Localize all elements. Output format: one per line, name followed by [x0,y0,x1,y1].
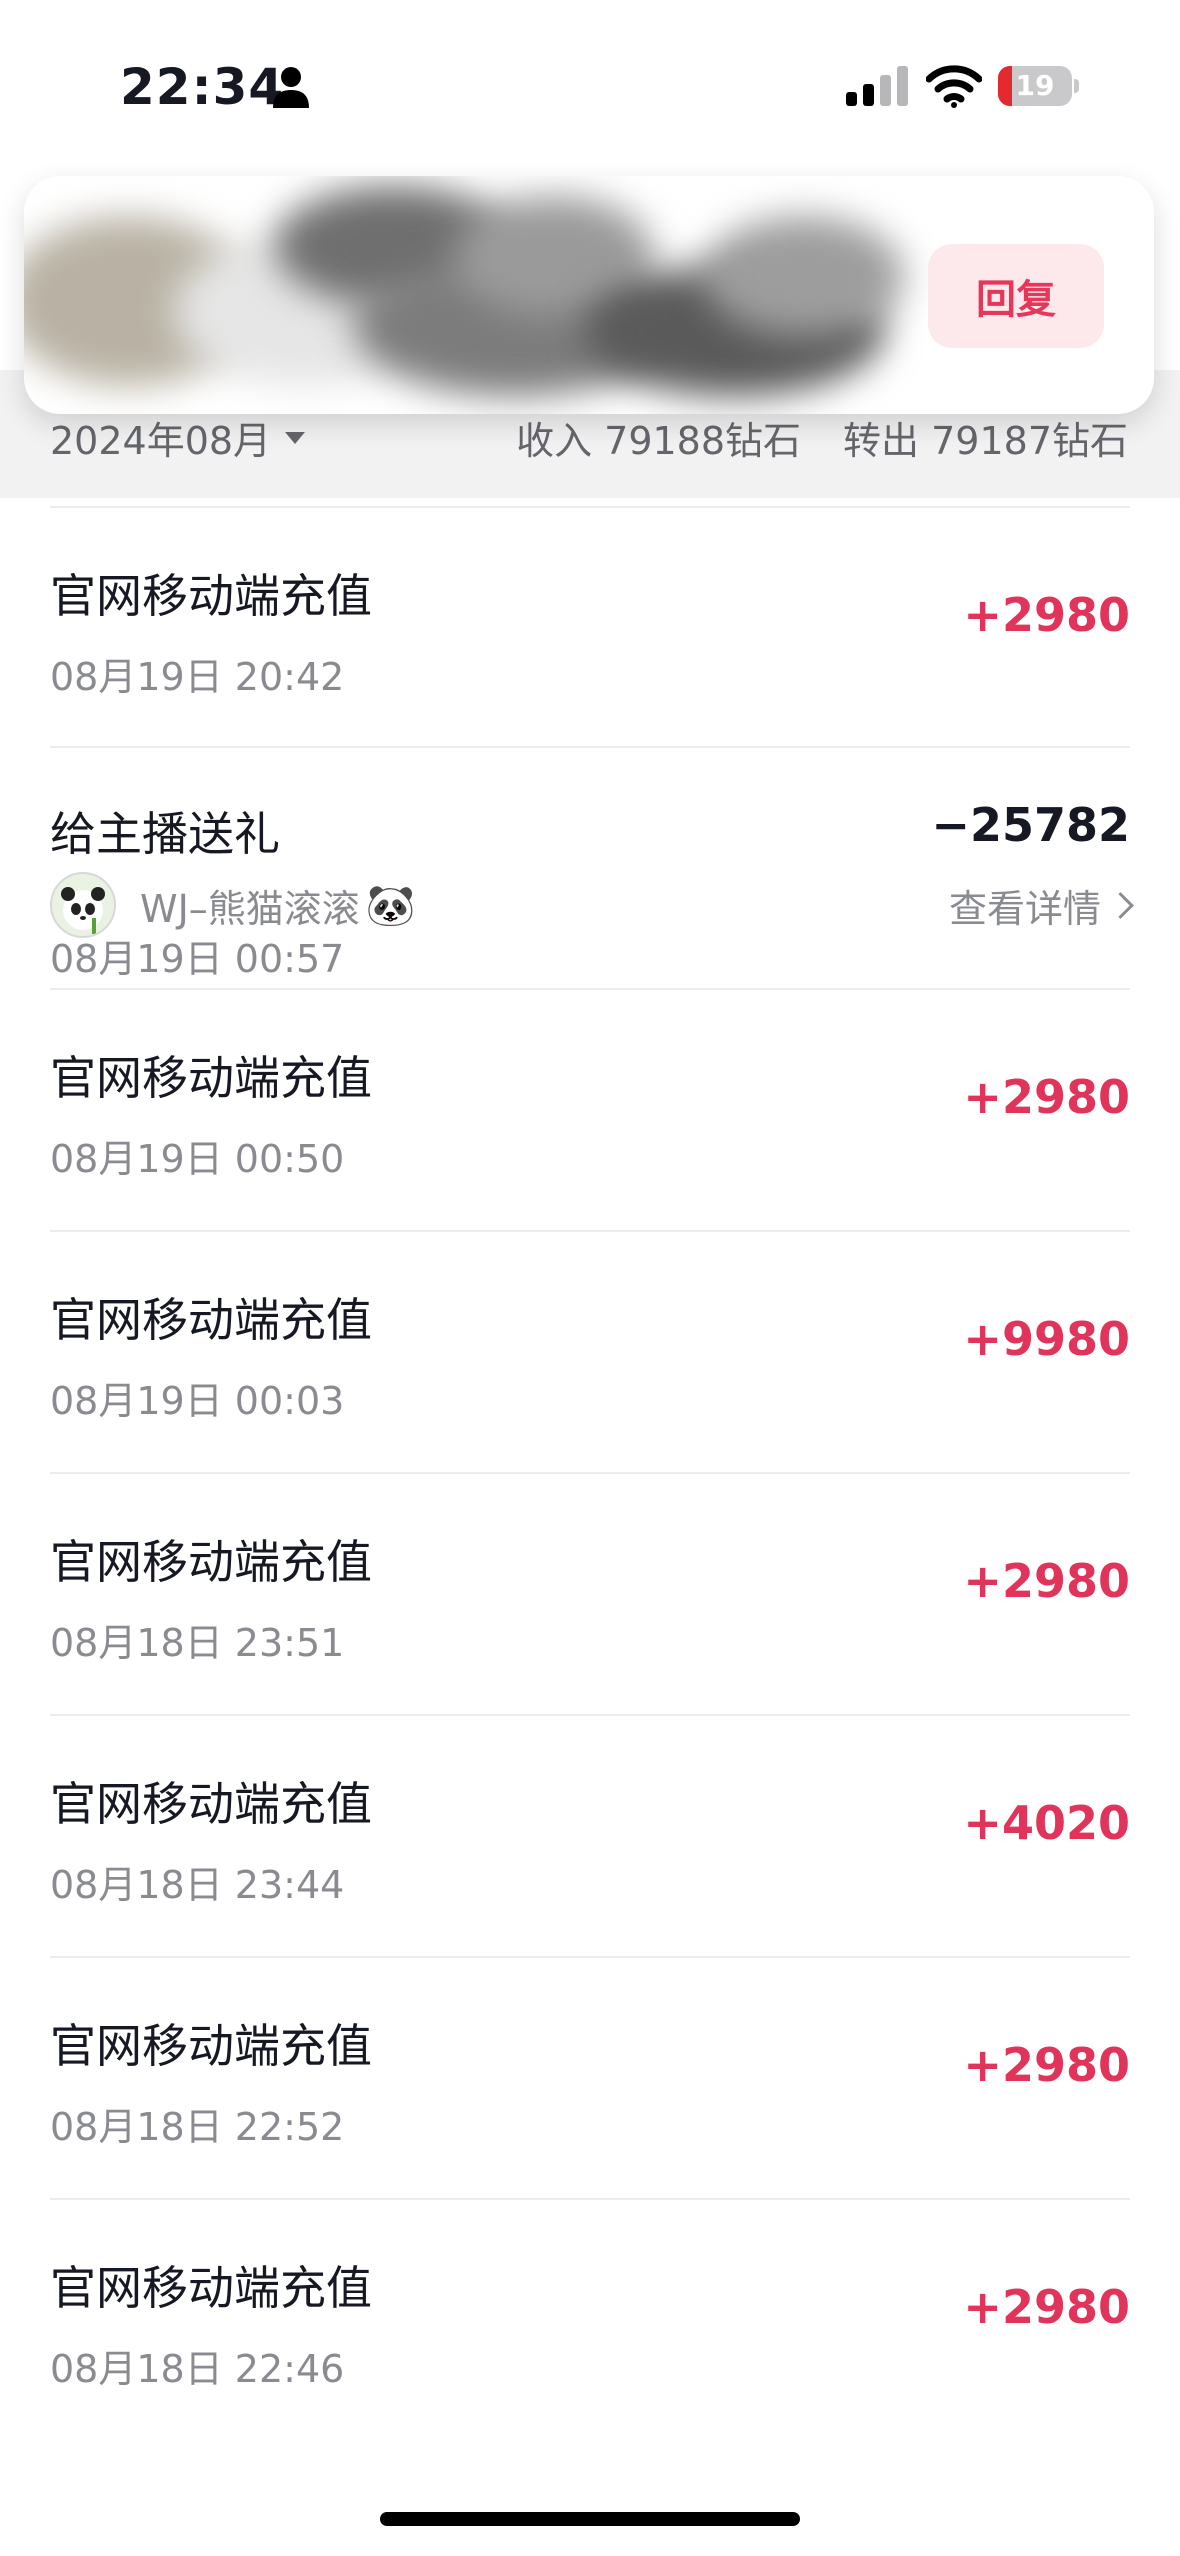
battery-level: 19 [1015,69,1055,102]
transaction-list: 官网移动端充值 08月19日 20:42 +2980 给主播送礼 −25782 … [50,506,1134,2440]
transaction-row[interactable]: 官网移动端充值 08月19日 00:03 +9980 [50,1230,1130,1472]
view-details-link[interactable]: 查看详情 [948,878,1134,933]
transaction-date: 08月19日 00:03 [50,1379,345,1423]
home-indicator[interactable] [380,2512,800,2526]
transaction-date: 08月18日 23:51 [50,1621,345,1665]
transaction-title: 官网移动端充值 [50,569,372,623]
transaction-amount: +9980 [963,1312,1130,1366]
transaction-date: 08月18日 23:44 [50,1863,345,1907]
summary-totals: 收入 79188钻石 转出 79187钻石 [516,410,1128,465]
transaction-row[interactable]: 官网移动端充值 08月18日 22:52 +2980 [50,1956,1130,2198]
transaction-title: 给主播送礼 [50,807,280,861]
income-total: 收入 79188钻石 [516,419,802,463]
transaction-title: 官网移动端充值 [50,1293,372,1347]
person-icon [273,67,309,108]
status-time: 22:34 [120,58,285,116]
status-bar: 22:34 19 [0,0,1180,170]
chevron-right-icon [1107,892,1134,919]
transaction-row[interactable]: 官网移动端充值 08月18日 23:51 +2980 [50,1472,1130,1714]
signal-icon [846,66,908,106]
transaction-title: 官网移动端充值 [50,2261,372,2315]
view-details-label: 查看详情 [948,887,1101,931]
month-label: 2024年08月 [50,419,272,463]
transaction-date: 08月19日 00:57 [50,937,345,981]
transaction-title: 官网移动端充值 [50,1777,372,1831]
transaction-amount: +2980 [963,2038,1130,2092]
battery-icon: 19 [998,66,1080,106]
transaction-amount: +2980 [963,588,1130,642]
notification-banner[interactable]: 回复 [24,176,1154,414]
transaction-title: 官网移动端充值 [50,1051,372,1105]
transaction-row[interactable]: 官网移动端充值 08月19日 20:42 +2980 [50,506,1130,746]
transaction-amount: +2980 [963,1554,1130,1608]
transaction-date: 08月19日 20:42 [50,655,345,699]
transfer-out-total: 转出 79187钻石 [843,419,1128,463]
transaction-amount: −25782 [931,798,1130,852]
panda-icon: 🐼 [365,882,416,929]
recipient-name: WJ–熊猫滚滚 [140,886,360,931]
transaction-date: 08月18日 22:46 [50,2347,345,2391]
wifi-icon [926,65,982,108]
transaction-amount: +4020 [963,1796,1130,1850]
transaction-amount: +2980 [963,2280,1130,2334]
month-selector[interactable]: 2024年08月 [50,410,306,465]
transaction-date: 08月19日 00:50 [50,1137,345,1181]
transaction-row[interactable]: 官网移动端充值 08月18日 22:46 +2980 [50,2198,1130,2440]
transaction-amount: +2980 [963,1070,1130,1124]
transaction-row[interactable]: 给主播送礼 −25782 WJ–熊猫滚滚 🐼 查看详情 08月19日 00:57 [50,746,1134,988]
transaction-row[interactable]: 官网移动端充值 08月19日 00:50 +2980 [50,988,1130,1230]
reply-button[interactable]: 回复 [928,244,1104,348]
transaction-row[interactable]: 官网移动端充值 08月18日 23:44 +4020 [50,1714,1130,1956]
transaction-title: 官网移动端充值 [50,2019,372,2073]
transaction-date: 08月18日 22:52 [50,2105,345,2149]
caret-down-icon [285,431,306,444]
transaction-title: 官网移动端充值 [50,1535,372,1589]
